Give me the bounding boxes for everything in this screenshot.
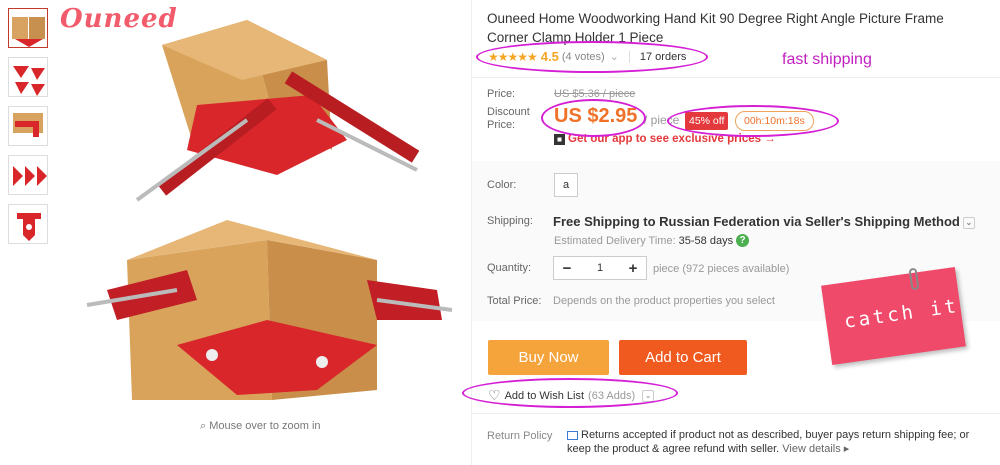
thumbnail-4[interactable] bbox=[8, 155, 48, 195]
zoom-hint: ⌕ Mouse over to zoom in bbox=[200, 420, 321, 433]
thumbnail-2[interactable] bbox=[8, 57, 48, 97]
total-price-note: Depends on the product properties you se… bbox=[553, 295, 775, 307]
add-to-wish-list[interactable]: ♡ Add to Wish List (63 Adds) ⌄ bbox=[488, 387, 655, 404]
shipping-method[interactable]: Free Shipping to Russian Federation via … bbox=[553, 214, 975, 229]
chevron-down-icon[interactable]: ⌄ bbox=[642, 389, 655, 402]
qr-code-icon bbox=[554, 133, 565, 145]
thumbnail-1[interactable] bbox=[8, 8, 48, 48]
app-promo-text: Get our app to see exclusive prices → bbox=[568, 133, 776, 145]
rating-row: ★★★★★ 4.5 (4 votes) ⌄ 17 orders bbox=[488, 49, 686, 64]
rating-value: 4.5 bbox=[540, 49, 559, 64]
magnifier-icon: ⌕ bbox=[200, 420, 207, 432]
zoom-hint-text: Mouse over to zoom in bbox=[209, 420, 321, 432]
total-price-label: Total Price: bbox=[487, 295, 542, 307]
price-unit: / piece bbox=[644, 113, 680, 127]
annotation-fast-shipping: fast shipping bbox=[782, 51, 872, 68]
help-icon[interactable]: ? bbox=[736, 234, 750, 247]
divider bbox=[472, 77, 1000, 78]
brand-logo: Ouneed bbox=[60, 4, 178, 34]
rating-votes[interactable]: (4 votes) bbox=[562, 51, 605, 63]
available-pieces: piece (972 pieces available) bbox=[653, 263, 790, 275]
countdown-timer: 00h:10m:18s bbox=[735, 111, 814, 131]
wish-list-count: (63 Adds) bbox=[588, 389, 636, 402]
color-option-a[interactable]: a bbox=[554, 173, 578, 197]
discount-badge: 45% off bbox=[685, 112, 729, 130]
quantity-stepper: − 1 + bbox=[553, 256, 647, 280]
return-policy-label: Return Policy bbox=[487, 430, 553, 442]
buy-now-button[interactable]: Buy Now bbox=[488, 340, 609, 375]
view-details-link[interactable]: View details ▸ bbox=[782, 443, 849, 455]
decrease-quantity-button[interactable]: − bbox=[554, 260, 580, 277]
discount-price-label: Discount Price: bbox=[487, 106, 530, 131]
quantity-label: Quantity: bbox=[487, 262, 532, 274]
chevron-down-icon[interactable]: ⌄ bbox=[962, 216, 975, 229]
chevron-down-icon[interactable]: ⌄ bbox=[610, 50, 619, 63]
price-label: Price: bbox=[487, 88, 516, 100]
rating-stars-icon: ★★★★★ bbox=[488, 49, 538, 64]
thumbnail-3[interactable] bbox=[8, 106, 48, 146]
add-to-cart-button[interactable]: Add to Cart bbox=[619, 340, 747, 375]
product-title: Ouneed Home Woodworking Hand Kit 90 Degr… bbox=[487, 11, 944, 45]
shipping-method-text: Free Shipping to Russian Federation via … bbox=[553, 214, 960, 229]
separator bbox=[628, 50, 630, 63]
divider bbox=[472, 413, 1000, 414]
product-main-image[interactable] bbox=[57, 0, 467, 412]
shipping-label: Shipping: bbox=[487, 215, 533, 227]
original-price: US $5.36 / piece bbox=[554, 88, 636, 100]
quantity-input[interactable]: 1 bbox=[580, 262, 620, 274]
delivery-estimate: Estimated Delivery Time: 35-58 days ? bbox=[554, 234, 750, 247]
catch-it-text: catch it bbox=[842, 294, 961, 333]
thumbnail-5[interactable] bbox=[8, 204, 48, 244]
catch-it-sticker: catch it bbox=[821, 266, 966, 366]
heart-plus-icon: ♡ bbox=[488, 387, 501, 403]
delivery-label: Estimated Delivery Time: bbox=[554, 234, 676, 247]
return-shield-icon bbox=[567, 430, 578, 440]
wish-list-label: Add to Wish List bbox=[504, 389, 585, 402]
increase-quantity-button[interactable]: + bbox=[620, 260, 646, 277]
thumbnail-list bbox=[8, 8, 50, 253]
color-label: Color: bbox=[487, 179, 517, 191]
app-promo-link[interactable]: Get our app to see exclusive prices → bbox=[554, 133, 776, 145]
orders-count: 17 orders bbox=[639, 50, 687, 63]
delivery-value: 35-58 days bbox=[678, 234, 734, 247]
return-policy-body: Returns accepted if product not as descr… bbox=[567, 429, 970, 455]
return-policy-text: Returns accepted if product not as descr… bbox=[567, 428, 987, 456]
discount-price: US $2.95 bbox=[554, 105, 638, 127]
